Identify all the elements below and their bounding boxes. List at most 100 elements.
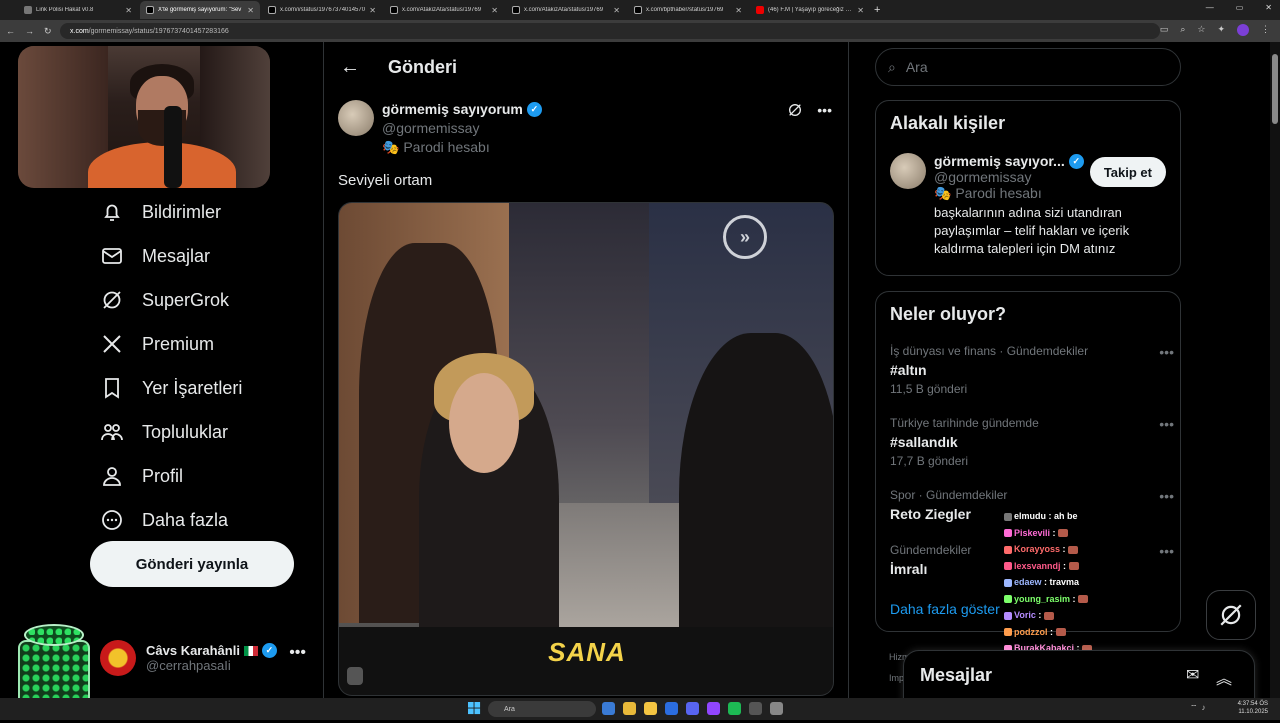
- close-tab-icon[interactable]: ✕: [735, 6, 742, 15]
- reload-icon[interactable]: ↻: [44, 26, 52, 37]
- taskview-icon[interactable]: [602, 702, 615, 715]
- chat-username: lexsvanndj: [1014, 560, 1061, 571]
- browser-tab[interactable]: (46) F.M | Yaşayıp göreceğiz - Yo ✕: [750, 1, 870, 19]
- close-tab-icon[interactable]: ✕: [125, 6, 132, 15]
- chat-separator: :: [1046, 511, 1055, 521]
- sidebar-item-mesajlar[interactable]: Mesajlar: [90, 234, 310, 278]
- browser-tab[interactable]: Link Polisi Hakat v0.8 ✕: [18, 1, 138, 19]
- trend-item[interactable]: Türkiye tarihinde gündemde #sallandık 17,7…: [890, 416, 1174, 468]
- close-tab-icon[interactable]: ✕: [613, 6, 620, 15]
- obs-icon[interactable]: [749, 702, 762, 715]
- browser-tab[interactable]: x.com/AtakizAta/status/19769 ✕: [384, 1, 504, 19]
- chat-text: travma: [1049, 577, 1080, 587]
- video-control-icon[interactable]: [347, 667, 363, 685]
- grok-icon[interactable]: [787, 102, 803, 121]
- sidebar-item-yer-i-aretleri[interactable]: Yer İşaretleri: [90, 366, 310, 410]
- more-dots-icon[interactable]: •••: [289, 644, 306, 662]
- expand-up-icon[interactable]: ︽: [1216, 665, 1232, 689]
- extensions-icon[interactable]: ✦: [1217, 24, 1225, 36]
- sidebar-item-topluluklar[interactable]: Topluluklar: [90, 410, 310, 454]
- trend-count: 17,7 B gönderi: [890, 454, 969, 468]
- post-video[interactable]: » SANA: [338, 202, 834, 696]
- grok-fab-button[interactable]: [1206, 590, 1256, 640]
- sidebar-item-label: Yer İşaretleri: [142, 377, 243, 398]
- follow-button[interactable]: Takip et: [1089, 157, 1166, 187]
- more-dots-icon[interactable]: •••: [1159, 488, 1174, 504]
- page-scrollbar[interactable]: [1270, 42, 1280, 698]
- close-tab-icon[interactable]: ✕: [491, 6, 498, 15]
- sidebar-item-bildirimler[interactable]: Bildirimler: [90, 190, 310, 234]
- x-icon: [268, 6, 276, 14]
- close-tab-icon[interactable]: ✕: [247, 6, 254, 15]
- x-icon: [634, 6, 642, 14]
- italy-flag-icon: [243, 645, 258, 656]
- footer-link[interactable]: Imp: [889, 673, 904, 683]
- browser-tab[interactable]: X'te görmemiş sayıyorum: "Sev ✕: [140, 1, 260, 19]
- browser-menu-icon[interactable]: ⋮: [1261, 24, 1270, 36]
- page-title: Gönderi: [388, 56, 458, 77]
- url-field[interactable]: x.com/gormemissay/status/197673740145728…: [60, 23, 1160, 39]
- url-host: x.com: [70, 27, 89, 35]
- back-nav-icon[interactable]: ←: [6, 26, 15, 36]
- browser-tab[interactable]: x.com/i/status/19767374014570 ✕: [262, 1, 382, 19]
- tab-title: Link Polisi Hakat v0.8: [36, 7, 94, 13]
- bell-icon: [104, 204, 120, 221]
- trend-item[interactable]: İş dünyası ve finans · Gündemdekiler #alt…: [890, 344, 1174, 396]
- sidebar-item-premium[interactable]: Premium: [90, 322, 310, 366]
- forward-nav-icon[interactable]: →: [25, 26, 34, 36]
- discord-icon[interactable]: [686, 702, 699, 715]
- close-tab-icon[interactable]: ✕: [857, 6, 864, 15]
- main-column: ← Gönderi görmemiş sayıyorum ✓ @gormemiss…: [323, 42, 849, 720]
- browser-tab[interactable]: x.com/bpthaber/status/19769 ✕: [628, 1, 748, 19]
- close-tab-icon[interactable]: ✕: [369, 6, 376, 15]
- more-dots-icon[interactable]: •••: [1159, 344, 1174, 360]
- verified-badge-icon: ✓: [526, 102, 542, 117]
- related-name[interactable]: görmemiş sayıyor...: [934, 153, 1065, 169]
- clock[interactable]: 4:37:54 ÖS 11.10.2025: [1238, 700, 1268, 716]
- zoom-icon[interactable]: ⌕: [1180, 24, 1185, 36]
- windows-start-icon[interactable]: [468, 702, 481, 715]
- back-arrow-icon[interactable]: ←: [340, 56, 360, 79]
- star-icon[interactable]: ☆: [1197, 24, 1205, 36]
- sidebar-item-daha-fazla[interactable]: Daha fazla: [90, 498, 310, 542]
- show-more-link[interactable]: Daha fazla göster: [890, 601, 1000, 617]
- folder-icon[interactable]: [644, 702, 657, 715]
- parody-mask-icon: 🎭: [934, 185, 952, 201]
- author-name[interactable]: görmemiş sayıyorum: [382, 100, 523, 119]
- edge-icon[interactable]: [665, 702, 678, 715]
- minimize-icon[interactable]: —: [1206, 3, 1214, 12]
- new-message-icon[interactable]: ✉: [1186, 665, 1199, 685]
- more-dots-icon[interactable]: •••: [817, 102, 832, 121]
- account-switcher[interactable]: Câvs Karahânli ✓ @cerrahpasaIi •••: [100, 636, 320, 680]
- browser-tab[interactable]: x.com/AtakizAta/status/19769 ✕: [506, 1, 626, 19]
- close-window-icon[interactable]: ✕: [1265, 3, 1272, 12]
- post-button[interactable]: Gönderi yayınla: [90, 541, 294, 587]
- more-dots-icon[interactable]: •••: [1159, 416, 1174, 432]
- tab-title: X'te görmemiş sayıyorum: "Sev: [158, 7, 242, 13]
- verified-badge-icon: ✓: [1068, 153, 1084, 169]
- chat-badge-icon: [1004, 595, 1012, 604]
- taskbar-search[interactable]: Ara: [488, 701, 596, 717]
- extension-icon: [24, 6, 32, 14]
- twitch-icon[interactable]: [707, 702, 720, 715]
- chrome-icon[interactable]: [623, 702, 636, 715]
- profile-avatar-icon[interactable]: [1237, 24, 1249, 36]
- spotify-icon[interactable]: [728, 702, 741, 715]
- sidebar-item-profil[interactable]: Profil: [90, 454, 310, 498]
- restore-icon[interactable]: ▭: [1236, 3, 1244, 12]
- wifi-icon[interactable]: ⌔: [1190, 703, 1198, 713]
- avatar[interactable]: [338, 100, 374, 136]
- volume-icon[interactable]: ♪: [1202, 703, 1206, 713]
- cast-icon[interactable]: ▭: [1160, 24, 1169, 36]
- sidebar-item-supergrok[interactable]: SuperGrok: [90, 278, 310, 322]
- chat-separator: :: [1050, 527, 1059, 538]
- chat-message: lexsvanndj :: [1004, 558, 1164, 575]
- new-tab-button[interactable]: +: [874, 4, 880, 16]
- trends-title: Neler oluyor?: [890, 304, 1007, 324]
- taskbar-search-label: Ara: [504, 705, 515, 713]
- search-input[interactable]: ⌕ Ara: [875, 48, 1181, 86]
- trend-count: 11,5 B gönderi: [890, 382, 968, 396]
- avatar[interactable]: [890, 153, 926, 189]
- author-handle[interactable]: @gormemissay: [382, 119, 542, 138]
- app-icon[interactable]: [770, 702, 783, 715]
